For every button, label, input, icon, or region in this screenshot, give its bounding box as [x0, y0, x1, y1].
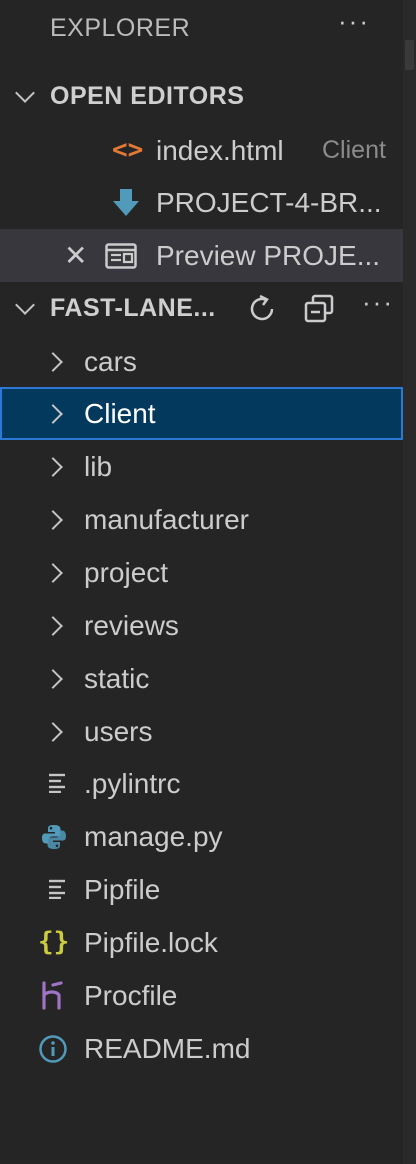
- folder-label: users: [84, 716, 153, 747]
- tree-folder[interactable]: project: [0, 546, 403, 599]
- folder-label: Client: [84, 398, 156, 429]
- chevron-down-icon: [15, 83, 35, 103]
- lines-icon: [48, 879, 70, 904]
- chevron-right-icon: [43, 352, 63, 372]
- lines-icon: [48, 773, 70, 798]
- tree-file[interactable]: {} Pipfile.lock: [0, 916, 403, 969]
- chevron-right-icon: [43, 669, 63, 689]
- markdown-down-arrow-icon: [113, 188, 139, 223]
- tree-folder[interactable]: manufacturer: [0, 493, 403, 546]
- open-editor-label: PROJECT-4-BR...: [156, 187, 382, 218]
- json-braces-icon: {}: [38, 927, 70, 957]
- tree-folder[interactable]: reviews: [0, 599, 403, 652]
- python-icon: [40, 823, 68, 856]
- file-label: Pipfile.lock: [84, 927, 218, 958]
- tree-file[interactable]: Pipfile: [0, 863, 403, 916]
- tree-file[interactable]: Procfile: [0, 969, 403, 1022]
- explorer-more-actions-icon[interactable]: ···: [338, 6, 370, 37]
- scrollbar-track[interactable]: [403, 0, 416, 1164]
- file-label: Pipfile: [84, 874, 161, 905]
- folder-label: lib: [84, 451, 113, 482]
- folder-label: cars: [84, 346, 137, 377]
- scrollbar-thumb[interactable]: [405, 40, 414, 70]
- explorer-panel: EXPLORER ··· OPEN EDITORS <> index.html …: [0, 0, 403, 1164]
- tree-file[interactable]: README.md: [0, 1022, 403, 1075]
- file-label: manage.py: [84, 821, 223, 852]
- file-label: Procfile: [84, 980, 178, 1011]
- open-editor-label: Preview PROJE...: [156, 240, 381, 271]
- refresh-icon[interactable]: [246, 293, 278, 330]
- workspace-section-header[interactable]: FAST-LANE... ···: [0, 282, 403, 335]
- chevron-right-icon: [43, 563, 63, 583]
- open-editor-item[interactable]: PROJECT-4-BR...: [0, 176, 403, 229]
- open-editors-section-header[interactable]: OPEN EDITORS: [0, 70, 403, 123]
- chevron-right-icon: [43, 510, 63, 530]
- chevron-right-icon: [43, 457, 63, 477]
- folder-label: manufacturer: [84, 504, 249, 535]
- file-label: .pylintrc: [84, 768, 181, 799]
- collapse-all-icon[interactable]: [304, 294, 336, 329]
- chevron-down-icon: [15, 295, 35, 315]
- tree-file[interactable]: manage.py: [0, 810, 403, 863]
- open-editor-item-active[interactable]: ✕ Preview PROJE...: [0, 229, 403, 282]
- chevron-right-icon: [43, 616, 63, 636]
- tree-folder[interactable]: users: [0, 705, 403, 758]
- folder-label: static: [84, 663, 150, 694]
- file-label: README.md: [84, 1033, 251, 1064]
- tree-file[interactable]: .pylintrc: [0, 757, 403, 810]
- workspace-more-actions-icon[interactable]: ···: [362, 276, 394, 329]
- open-editor-label: index.html: [156, 135, 284, 166]
- info-icon: [38, 1034, 68, 1069]
- explorer-title: EXPLORER: [50, 14, 191, 42]
- tree-folder[interactable]: cars: [0, 335, 403, 388]
- open-editors-label: OPEN EDITORS: [50, 82, 245, 110]
- open-editor-description: Client: [322, 136, 386, 164]
- tree-folder[interactable]: lib: [0, 440, 403, 493]
- heroku-icon: [40, 981, 66, 1016]
- open-editor-item[interactable]: <> index.html Client: [0, 124, 403, 177]
- tree-folder-selected[interactable]: Client: [0, 387, 403, 440]
- html-file-icon: <>: [112, 135, 144, 165]
- folder-label: project: [84, 557, 169, 588]
- workspace-label: FAST-LANE...: [50, 294, 216, 322]
- close-icon[interactable]: ✕: [64, 229, 87, 282]
- preview-icon: [105, 243, 137, 274]
- tree-folder[interactable]: static: [0, 652, 403, 705]
- chevron-right-icon: [43, 404, 63, 424]
- explorer-header: EXPLORER ···: [0, 0, 403, 58]
- folder-label: reviews: [84, 610, 179, 641]
- chevron-right-icon: [43, 722, 63, 742]
